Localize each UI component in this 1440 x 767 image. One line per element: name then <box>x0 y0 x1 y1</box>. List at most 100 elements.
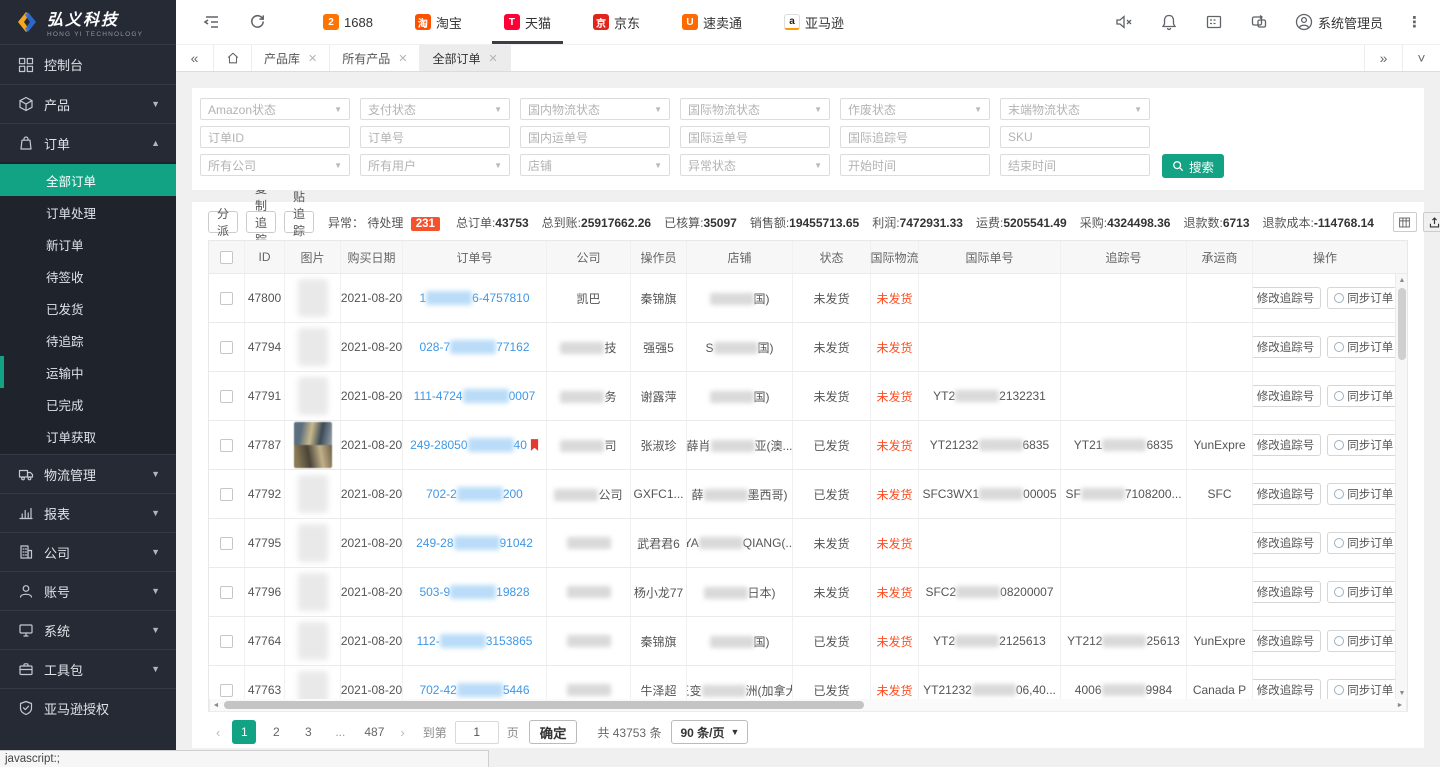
tab-所有产品[interactable]: 所有产品✕ <box>330 45 420 71</box>
filter-input-订单ID[interactable]: 订单ID <box>200 126 350 148</box>
more-vertical-icon[interactable]: ⋮ <box>1407 13 1422 31</box>
sync-order-button[interactable]: 同步订单 <box>1327 385 1397 407</box>
tabs-menu-icon[interactable]: ˅ <box>1402 45 1440 71</box>
sidebar-item-1[interactable]: 产品▼ <box>0 84 176 123</box>
close-tab-icon[interactable]: ✕ <box>488 52 497 65</box>
filter-select-末端物流状态[interactable]: 末端物流状态▼ <box>1000 98 1150 120</box>
marketplace-京东[interactable]: 京京东 <box>581 0 652 44</box>
close-tab-icon[interactable]: ✕ <box>398 52 407 65</box>
mute-icon[interactable] <box>1115 13 1133 31</box>
page-1[interactable]: 1 <box>232 720 256 744</box>
home-tab-icon[interactable] <box>214 45 252 71</box>
select-all-checkbox[interactable] <box>220 251 233 264</box>
filter-input-订单号[interactable]: 订单号 <box>360 126 510 148</box>
edit-tracking-button[interactable]: 修改追踪号 <box>1253 336 1321 358</box>
row-checkbox[interactable] <box>220 488 233 501</box>
sync-order-button[interactable]: 同步订单 <box>1327 581 1397 603</box>
page-3[interactable]: 3 <box>296 720 320 744</box>
order-number-link[interactable]: 028-777162 <box>419 340 529 354</box>
edit-tracking-button[interactable]: 修改追踪号 <box>1253 581 1321 603</box>
sidebar-subitem[interactable]: 订单获取 <box>0 420 176 452</box>
filter-select-国内物流状态[interactable]: 国内物流状态▼ <box>520 98 670 120</box>
sidebar-subitem[interactable]: 订单处理 <box>0 196 176 228</box>
marketplace-速卖通[interactable]: U速卖通 <box>670 0 754 44</box>
sync-order-button[interactable]: 同步订单 <box>1327 679 1397 699</box>
switch-account-icon[interactable] <box>1250 13 1268 31</box>
order-number-link[interactable]: 111-47240007 <box>414 389 536 403</box>
sync-order-button[interactable]: 同步订单 <box>1327 287 1397 309</box>
row-checkbox[interactable] <box>220 341 233 354</box>
filter-select-店铺[interactable]: 店铺▼ <box>520 154 670 176</box>
sidebar-item-0[interactable]: 控制台 <box>0 45 176 84</box>
row-checkbox[interactable] <box>220 635 233 648</box>
search-button[interactable]: 搜索 <box>1162 154 1224 178</box>
page-2[interactable]: 2 <box>264 720 288 744</box>
sync-order-button[interactable]: 同步订单 <box>1327 336 1397 358</box>
order-number-link[interactable]: 249-2805040 <box>410 438 527 452</box>
filter-input-国内运单号[interactable]: 国内运单号 <box>520 126 670 148</box>
sidebar-item-3[interactable]: 物流管理▼ <box>0 454 176 493</box>
edit-tracking-button[interactable]: 修改追踪号 <box>1253 385 1321 407</box>
order-number-link[interactable]: 16-4757810 <box>419 291 529 305</box>
toolbar-button-粘贴追踪结果[interactable]: 粘贴追踪结果 <box>284 211 314 233</box>
sync-order-button[interactable]: 同步订单 <box>1327 630 1397 652</box>
sync-order-button[interactable]: 同步订单 <box>1327 434 1397 456</box>
row-checkbox[interactable] <box>220 292 233 305</box>
filter-select-所有用户[interactable]: 所有用户▼ <box>360 154 510 176</box>
scroll-left-icon[interactable]: ◄ <box>210 699 222 711</box>
close-tab-icon[interactable]: ✕ <box>308 52 317 65</box>
toolbar-button-复制追踪号[interactable]: 复制追踪号 <box>246 211 276 233</box>
sidebar-subitem[interactable]: 已完成 <box>0 388 176 420</box>
order-number-link[interactable]: 249-2891042 <box>416 536 533 550</box>
order-number-link[interactable]: 702-2200 <box>426 487 523 501</box>
edit-tracking-button[interactable]: 修改追踪号 <box>1253 630 1321 652</box>
sidebar-subitem[interactable]: 待追踪 <box>0 324 176 356</box>
order-number-link[interactable]: 112-3153865 <box>417 634 533 648</box>
refresh-icon[interactable] <box>248 12 268 32</box>
filter-input-SKU[interactable]: SKU <box>1000 126 1150 148</box>
horizontal-scroll-thumb[interactable] <box>224 701 864 709</box>
product-thumbnail[interactable] <box>294 422 332 468</box>
tab-全部订单[interactable]: 全部订单✕ <box>420 45 510 71</box>
edit-tracking-button[interactable]: 修改追踪号 <box>1253 532 1321 554</box>
marketplace-淘宝[interactable]: 淘淘宝 <box>403 0 474 44</box>
edit-tracking-button[interactable]: 修改追踪号 <box>1253 679 1321 699</box>
filter-select-支付状态[interactable]: 支付状态▼ <box>360 98 510 120</box>
row-checkbox[interactable] <box>220 684 233 697</box>
column-settings-icon[interactable] <box>1393 212 1417 232</box>
sidebar-item-4[interactable]: 报表▼ <box>0 493 176 532</box>
row-checkbox[interactable] <box>220 586 233 599</box>
filter-input-开始时间[interactable]: 开始时间 <box>840 154 990 176</box>
page-487[interactable]: 487 <box>360 720 388 744</box>
sync-order-button[interactable]: 同步订单 <box>1327 483 1397 505</box>
filter-input-结束时间[interactable]: 结束时间 <box>1000 154 1150 176</box>
sidebar-subitem[interactable]: 已发货 <box>0 292 176 324</box>
user-menu[interactable]: 系统管理员 <box>1295 13 1383 32</box>
sidebar-item-6[interactable]: 账号▼ <box>0 571 176 610</box>
filter-select-作废状态[interactable]: 作废状态▼ <box>840 98 990 120</box>
sidebar-item-5[interactable]: 公司▼ <box>0 532 176 571</box>
filter-select-所有公司[interactable]: 所有公司▼ <box>200 154 350 176</box>
marketplace-1688[interactable]: 21688 <box>311 0 385 44</box>
row-checkbox[interactable] <box>220 390 233 403</box>
sidebar-item-9[interactable]: 亚马逊授权 <box>0 688 176 727</box>
row-checkbox[interactable] <box>220 439 233 452</box>
edit-tracking-button[interactable]: 修改追踪号 <box>1253 434 1321 456</box>
filter-select-异常状态[interactable]: 异常状态▼ <box>680 154 830 176</box>
marketplace-天猫[interactable]: T天猫 <box>492 0 563 44</box>
export-icon[interactable] <box>1423 212 1440 232</box>
filter-input-国际运单号[interactable]: 国际运单号 <box>680 126 830 148</box>
goto-confirm-button[interactable]: 确定 <box>529 720 578 744</box>
sidebar-item-8[interactable]: 工具包▼ <box>0 649 176 688</box>
next-page-icon[interactable]: › <box>400 725 404 740</box>
prev-page-icon[interactable]: ‹ <box>216 725 220 740</box>
row-checkbox[interactable] <box>220 537 233 550</box>
filter-select-国际物流状态[interactable]: 国际物流状态▼ <box>680 98 830 120</box>
tab-产品库[interactable]: 产品库✕ <box>252 45 330 71</box>
order-number-link[interactable]: 702-425446 <box>419 683 529 697</box>
tabs-scroll-right-icon[interactable]: » <box>1364 45 1402 71</box>
order-number-link[interactable]: 503-919828 <box>419 585 529 599</box>
sidebar-subitem[interactable]: 运输中 <box>0 356 176 388</box>
sidebar-item-7[interactable]: 系统▼ <box>0 610 176 649</box>
sync-order-button[interactable]: 同步订单 <box>1327 532 1397 554</box>
